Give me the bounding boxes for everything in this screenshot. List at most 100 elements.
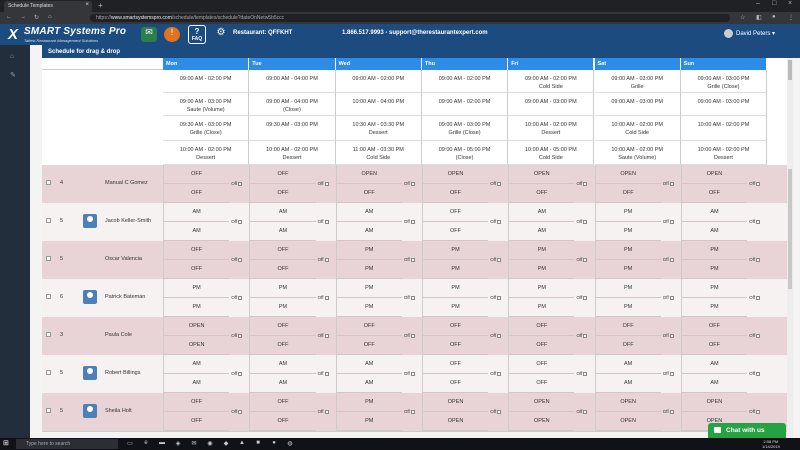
shift-slot[interactable]: PM [594, 241, 661, 260]
shift-slot[interactable]: AM [335, 203, 402, 222]
shift-template-card[interactable]: 09:30 AM - 03:00 PM Grille (Close) [163, 116, 250, 141]
day-off-toggle[interactable]: Off [231, 409, 243, 414]
faq-button[interactable]: ? FAQ [188, 25, 206, 44]
off-checkbox[interactable] [583, 257, 588, 262]
star-icon[interactable]: ☆ [740, 14, 745, 21]
shift-template-card[interactable]: 10:00 AM - 02:00 PM Dessert [680, 141, 768, 165]
shift-slot[interactable]: AM [335, 355, 402, 374]
shift-slot[interactable]: AM [680, 203, 748, 222]
row-checkbox[interactable] [46, 294, 51, 299]
shift-slot[interactable]: OFF [508, 374, 575, 393]
windows-icon[interactable]: ⊞ [3, 440, 11, 448]
shift-slot[interactable]: OFF [335, 336, 402, 355]
day-off-toggle[interactable]: Off [490, 219, 502, 224]
off-checkbox[interactable] [410, 257, 415, 262]
store-icon[interactable]: ◈ [174, 440, 182, 448]
shift-template-card[interactable]: 10:00 AM - 02:00 PM Cold Side [594, 116, 681, 141]
day-off-toggle[interactable]: Off [663, 295, 674, 300]
scroll-thumb[interactable] [788, 60, 792, 80]
maximize-icon[interactable]: □ [772, 0, 776, 7]
day-off-toggle[interactable]: Off [318, 371, 329, 376]
shift-slot[interactable]: OFF [680, 317, 748, 336]
row-checkbox[interactable] [46, 332, 51, 337]
shift-slot[interactable]: PM [508, 260, 575, 279]
task-view-icon[interactable]: ▭ [126, 440, 134, 448]
day-off-toggle[interactable]: Off [404, 295, 415, 300]
day-off-toggle[interactable]: Off [231, 295, 243, 300]
app-icon[interactable]: ◍ [286, 440, 294, 448]
reload-icon[interactable]: ↻ [34, 14, 39, 21]
shift-slot[interactable]: PM [163, 298, 230, 317]
day-off-toggle[interactable]: Off [404, 219, 415, 224]
url-field[interactable]: https://www.smartsystemspro.com/schedule… [90, 14, 730, 22]
shift-slot[interactable]: OPEN [335, 165, 402, 184]
shift-template-card[interactable]: 09:00 AM - 02:00 PM [335, 70, 422, 93]
shift-template-card[interactable]: 10:00 AM - 05:00 PM Cold Side [508, 141, 595, 165]
row-checkbox[interactable] [46, 218, 51, 223]
shift-slot[interactable]: OFF [421, 203, 489, 222]
grid-scrollbar[interactable] [787, 165, 793, 438]
off-checkbox[interactable] [238, 333, 243, 338]
day-off-toggle[interactable]: Off [318, 333, 329, 338]
shift-slot[interactable]: OFF [249, 184, 316, 203]
day-off-toggle[interactable]: Off [663, 409, 674, 414]
day-off-toggle[interactable]: Off [318, 181, 329, 186]
shift-slot[interactable]: OFF [508, 317, 575, 336]
shift-template-card[interactable]: 10:00 AM - 02:00 PM Saute (Volume) [594, 141, 681, 165]
shift-slot[interactable]: PM [508, 279, 575, 298]
day-off-toggle[interactable]: Off [231, 219, 243, 224]
day-off-toggle[interactable]: Off [490, 409, 502, 414]
day-off-toggle[interactable]: Off [490, 371, 502, 376]
forward-icon[interactable]: → [20, 14, 26, 20]
off-checkbox[interactable] [669, 333, 674, 338]
shift-slot[interactable]: PM [508, 298, 575, 317]
day-off-toggle[interactable]: Off [749, 295, 761, 300]
shift-slot[interactable]: OFF [508, 184, 575, 203]
shift-slot[interactable]: AM [335, 374, 402, 393]
shift-slot[interactable]: OFF [163, 412, 230, 431]
off-checkbox[interactable] [756, 409, 761, 414]
shift-template-card[interactable]: 09:00 AM - 02:00 PM [421, 93, 509, 116]
day-off-toggle[interactable]: Off [318, 219, 329, 224]
off-checkbox[interactable] [583, 219, 588, 224]
day-off-toggle[interactable]: Off [577, 181, 588, 186]
shift-slot[interactable]: AM [249, 203, 316, 222]
off-checkbox[interactable] [669, 409, 674, 414]
shift-template-card[interactable]: 10:00 AM - 04:00 PM [335, 93, 422, 116]
off-checkbox[interactable] [583, 409, 588, 414]
shift-slot[interactable]: PM [594, 222, 661, 241]
menu-icon[interactable]: ⋮ [788, 14, 794, 21]
off-checkbox[interactable] [238, 409, 243, 414]
off-checkbox[interactable] [410, 219, 415, 224]
shift-slot[interactable]: OPEN [680, 165, 748, 184]
day-off-toggle[interactable]: Off [318, 257, 329, 262]
day-off-toggle[interactable]: Off [577, 409, 588, 414]
off-checkbox[interactable] [497, 333, 502, 338]
shift-slot[interactable]: PM [335, 298, 402, 317]
app-icon[interactable]: ● [270, 440, 278, 448]
shift-slot[interactable]: OFF [163, 165, 230, 184]
day-off-toggle[interactable]: Off [577, 371, 588, 376]
shift-template-card[interactable]: 10:00 AM - 02:00 PM Dessert [249, 141, 336, 165]
scroll-thumb[interactable] [788, 169, 792, 289]
shift-slot[interactable]: OFF [508, 355, 575, 374]
shift-slot[interactable]: OFF [680, 336, 748, 355]
day-off-toggle[interactable]: Off [749, 371, 761, 376]
shift-slot[interactable]: PM [249, 298, 316, 317]
day-off-toggle[interactable]: Off [404, 333, 415, 338]
off-checkbox[interactable] [583, 295, 588, 300]
shift-slot[interactable]: OPEN [421, 393, 489, 412]
shift-slot[interactable]: PM [335, 393, 402, 412]
shift-slot[interactable]: AM [680, 222, 748, 241]
off-checkbox[interactable] [410, 333, 415, 338]
shift-slot[interactable]: OFF [249, 241, 316, 260]
off-checkbox[interactable] [324, 371, 329, 376]
day-off-toggle[interactable]: Off [663, 371, 674, 376]
off-checkbox[interactable] [669, 371, 674, 376]
shift-slot[interactable]: OFF [421, 222, 489, 241]
shift-template-card[interactable]: 10:00 AM - 02:00 PM Dessert [163, 141, 250, 165]
row-checkbox[interactable] [46, 256, 51, 261]
shift-slot[interactable]: PM [421, 298, 489, 317]
shift-template-card[interactable]: 09:00 AM - 03:00 PM [508, 93, 595, 116]
off-checkbox[interactable] [497, 181, 502, 186]
